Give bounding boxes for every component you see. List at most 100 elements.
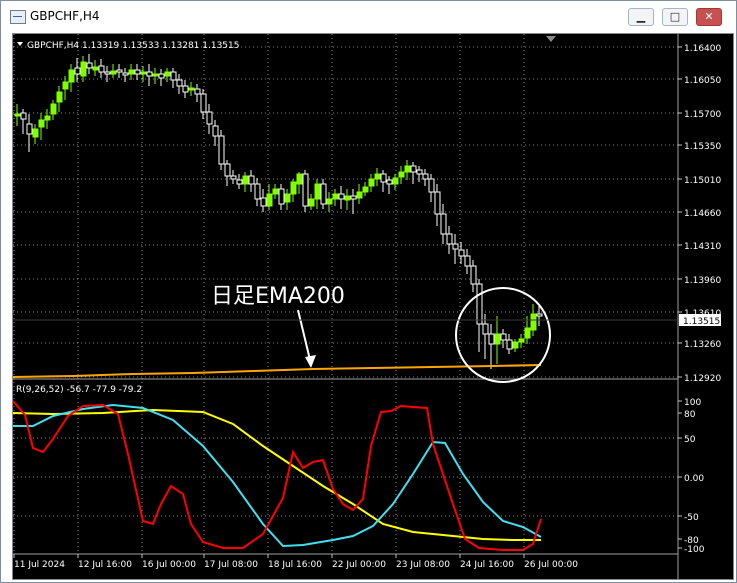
candle-body (356, 191, 363, 199)
candle-body (362, 186, 369, 193)
indicator-tick-label: 0.00 (684, 474, 704, 484)
chart-area[interactable]: 日足EMA200 GBPCHF,H4 1.13319 1.13533 1.132… (12, 33, 734, 580)
candle-body (398, 171, 405, 178)
chart-window: GBPCHF,H4 ▁ □ ✕ 日足EMA200 GBPCHF,H4 1.133… (0, 0, 737, 583)
candle-body (38, 119, 45, 128)
indicator-line-yellow (12, 408, 541, 541)
chart-info-line: GBPCHF,H4 1.13319 1.13533 1.13281 1.1351… (27, 41, 239, 51)
candle-body (68, 69, 75, 83)
candle-body (278, 188, 285, 205)
candle-body (98, 65, 105, 73)
candle-body (206, 111, 213, 125)
candle-body (80, 61, 87, 77)
candle-body (458, 249, 465, 257)
candle-body (344, 195, 351, 201)
candle-body (14, 113, 21, 117)
time-tick-label: 24 Jul 16:00 (460, 560, 514, 570)
candle-body (212, 125, 219, 137)
candle-body (536, 313, 543, 317)
time-tick-label: 11 Jul 2024 (14, 560, 65, 570)
price-tick-label: 1.15350 (684, 142, 721, 152)
candle-body (392, 177, 399, 185)
candle-body (74, 67, 81, 75)
indicator-tick-label: 100 (684, 398, 701, 408)
minimize-icon: ▁ (636, 10, 646, 23)
time-tick-label: 17 Jul 08:00 (204, 560, 258, 570)
indicator-line-cyan (13, 403, 542, 548)
candle-body (506, 339, 513, 350)
candle-body (110, 70, 117, 75)
price-tick-label: 1.16400 (684, 44, 721, 54)
candle-body (86, 62, 93, 69)
main-grid (13, 34, 678, 554)
candle-body (416, 169, 423, 175)
symbol-menu-icon[interactable] (17, 42, 23, 46)
candle-body (500, 333, 507, 341)
candle-body (104, 71, 111, 75)
candle-body (20, 112, 27, 120)
annotation-arrow (297, 309, 316, 368)
price-tick-label: 1.12920 (684, 374, 721, 384)
candle-body (314, 183, 321, 200)
candle-body (404, 165, 411, 173)
candle-body (434, 191, 441, 215)
candle-body (188, 87, 195, 91)
price-tick-label: 1.14660 (684, 209, 721, 219)
title-bar[interactable]: GBPCHF,H4 ▁ □ ✕ (1, 1, 736, 31)
candle-body (194, 88, 201, 95)
candle-body (380, 173, 387, 183)
candle-body (182, 85, 189, 93)
indicator-tick-label: 80 (684, 410, 696, 420)
close-icon: ✕ (704, 10, 714, 23)
candle-body (386, 179, 393, 185)
candle-body (530, 313, 537, 331)
candlestick-series (14, 54, 543, 369)
candle-body (470, 265, 477, 285)
time-tick-label: 23 Jul 08:00 (396, 560, 450, 570)
candle-body (428, 178, 435, 193)
candle-body (26, 123, 33, 135)
candle-body (50, 103, 57, 115)
price-tick-label: 1.14310 (684, 242, 721, 252)
candle-body (284, 193, 291, 203)
candle-body (350, 195, 357, 200)
maximize-button[interactable]: □ (662, 8, 688, 26)
candle-body (62, 81, 69, 90)
indicator-tick-label: -50 (684, 513, 699, 523)
candle-body (272, 188, 279, 195)
window-title: GBPCHF,H4 (30, 9, 100, 23)
candle-body (320, 183, 327, 205)
candle-body (260, 197, 267, 207)
candle-body (368, 178, 375, 187)
price-axis[interactable]: 1.16400 1.16050 1.15700 1.15350 1.15010 1.146… (678, 44, 721, 384)
price-tick-label: 1.13960 (684, 276, 721, 286)
time-tick-label: 16 Jul 00:00 (142, 560, 196, 570)
candle-body (218, 135, 225, 165)
chart-canvas[interactable]: 日足EMA200 GBPCHF,H4 1.13319 1.13533 1.132… (12, 34, 733, 579)
candle-body (302, 173, 309, 207)
candle-body (176, 79, 183, 87)
candle-body (116, 69, 123, 73)
close-button[interactable]: ✕ (696, 8, 722, 26)
candle-body (266, 193, 273, 207)
maximize-icon: □ (669, 10, 681, 23)
minimize-button[interactable]: ▁ (628, 8, 654, 26)
indicator-axis: 10080500.00-50-80-100 (678, 398, 705, 555)
price-tick-label: 1.15700 (684, 110, 721, 120)
candle-body (152, 73, 159, 77)
candle-body (452, 243, 459, 250)
candle-body (224, 163, 231, 177)
candle-body (374, 173, 381, 180)
candle-body (170, 71, 177, 81)
candle-body (32, 128, 39, 138)
chart-shift-icon[interactable] (546, 36, 556, 42)
indicator-grid (13, 437, 678, 517)
candle-body (446, 233, 453, 245)
candle-body (308, 198, 315, 207)
candle-body (122, 72, 129, 76)
candle-body (512, 341, 519, 349)
candle-body (248, 175, 255, 185)
time-axis[interactable]: 11 Jul 2024 12 Jul 16:00 16 Jul 00:00 17 Ju… (13, 554, 578, 570)
ema200-line (12, 364, 542, 378)
candle-body (56, 91, 63, 103)
